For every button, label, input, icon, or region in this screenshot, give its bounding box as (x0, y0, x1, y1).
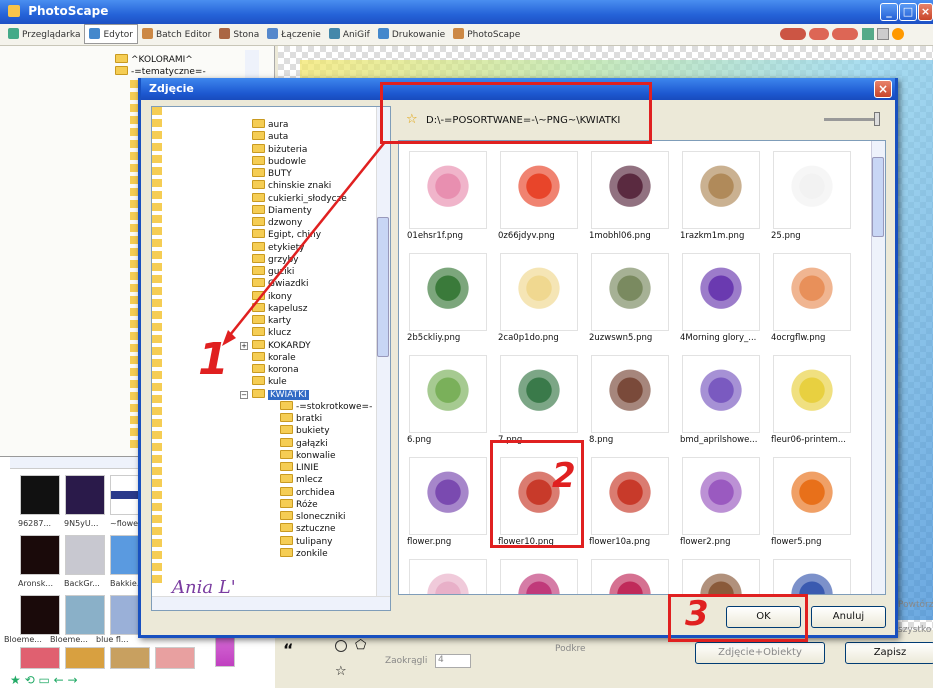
annotation-number-2: 2 (552, 456, 576, 496)
annotation-arrow (222, 141, 386, 346)
annotation-number-1: 1 (198, 334, 229, 385)
annotation-number-3: 3 (685, 594, 709, 634)
